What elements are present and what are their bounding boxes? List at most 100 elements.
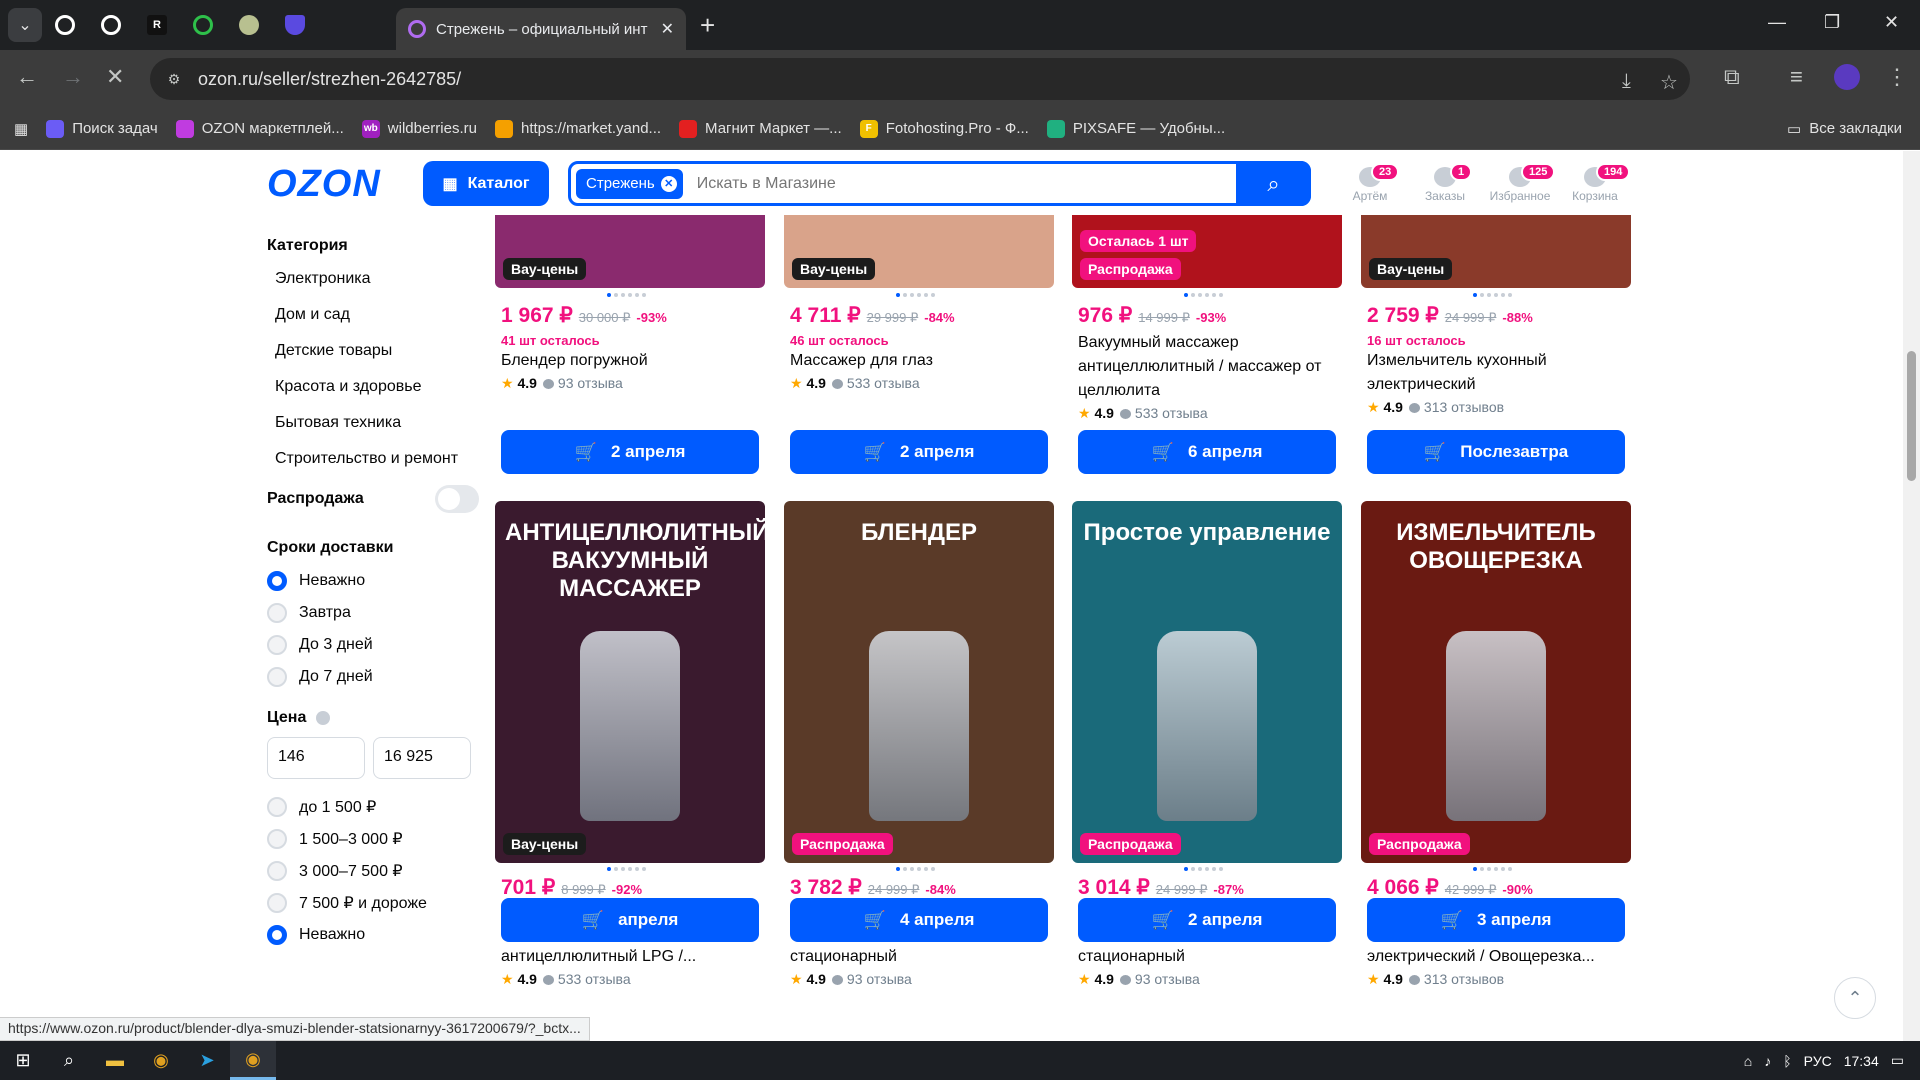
category-link[interactable]: Строительство и ремонт xyxy=(275,449,487,469)
radio-button[interactable] xyxy=(267,893,287,913)
catalog-button[interactable]: ▦ Каталог xyxy=(423,161,549,206)
store-filter-chip[interactable]: Стрежень ✕ xyxy=(576,168,683,199)
delivery-option[interactable]: Неважно xyxy=(267,571,487,591)
rating[interactable]: ★ 4.9 93 отзыва xyxy=(790,971,912,988)
rating[interactable]: ★ 4.9 533 отзыва xyxy=(501,971,631,988)
minimize-icon[interactable]: — xyxy=(1768,12,1786,33)
radio-button[interactable] xyxy=(267,861,287,881)
volume-icon[interactable]: ♪ xyxy=(1764,1053,1771,1069)
product-card[interactable]: ИЗМЕЛЬЧИТЕЛЬ ОВОЩЕРЕЗКА Распродажа 4 066 ₽… xyxy=(1361,151,1631,1041)
active-tab[interactable]: Стрежень – официальный инт ✕ xyxy=(396,8,686,50)
bluetooth-icon[interactable]: ᛒ xyxy=(1783,1053,1791,1069)
image-dots[interactable] xyxy=(1184,867,1234,871)
media-icon[interactable]: ≡ xyxy=(1790,64,1803,90)
search-icon[interactable]: ⌕ xyxy=(46,1041,92,1080)
header-profile[interactable]: Артём 23 xyxy=(1335,163,1405,203)
product-card[interactable]: Простое управление Распродажа 3 014 ₽ 24 99… xyxy=(1072,151,1342,1041)
notifications-icon[interactable]: ▭ xyxy=(1891,1052,1904,1069)
site-settings-icon[interactable]: ⚙ xyxy=(164,69,184,89)
clock[interactable]: 17:34 xyxy=(1844,1053,1879,1069)
search-button[interactable]: ⌕ xyxy=(1236,161,1311,206)
bookmark-item[interactable]: F Fotohosting.Pro - Ф... xyxy=(859,119,1029,138)
pinned-tab[interactable] xyxy=(272,8,318,42)
radio-button[interactable] xyxy=(267,635,287,655)
sale-toggle[interactable] xyxy=(435,485,479,513)
add-to-cart-button[interactable]: 🛒 апреля xyxy=(501,898,759,942)
bookmark-item[interactable]: Магнит Маркет —... xyxy=(679,119,842,138)
extensions-icon[interactable]: ⧉ xyxy=(1724,64,1740,90)
pinned-tab[interactable] xyxy=(42,8,88,42)
radio-button[interactable] xyxy=(267,829,287,849)
product-image[interactable]: БЛЕНДЕР Распродажа xyxy=(784,501,1054,863)
file-explorer-icon[interactable]: ▬ xyxy=(92,1041,138,1080)
category-link[interactable]: Дом и сад xyxy=(275,305,487,325)
tab-search-icon[interactable]: ⌄ xyxy=(8,8,42,42)
pinned-tab[interactable] xyxy=(180,8,226,42)
radio-button[interactable] xyxy=(267,797,287,817)
radio-button[interactable] xyxy=(267,925,287,945)
bookmark-item[interactable]: wb wildberries.ru xyxy=(361,119,477,138)
header-orders[interactable]: Заказы 1 xyxy=(1410,163,1480,203)
menu-icon[interactable]: ⋮ xyxy=(1886,64,1908,90)
product-card[interactable]: АНТИЦЕЛЛЮЛИТНЫЙ ВАКУУМНЫЙ МАССАЖЕР Вау-це… xyxy=(495,151,765,1041)
price-option[interactable]: 7 500 ₽ и дороже xyxy=(267,893,487,913)
windows-start-icon[interactable]: ⊞ xyxy=(0,1041,46,1080)
bookmark-item[interactable]: PIXSAFE — Удобны... xyxy=(1046,119,1225,138)
apps-icon[interactable]: ▦ xyxy=(14,120,28,138)
rating[interactable]: ★ 4.9 93 отзыва xyxy=(1078,971,1200,988)
close-icon[interactable]: ✕ xyxy=(661,19,674,39)
bookmark-star-icon[interactable]: ☆ xyxy=(1660,70,1678,95)
image-dots[interactable] xyxy=(896,867,946,871)
telegram-icon[interactable]: ➤ xyxy=(184,1041,230,1080)
all-bookmarks[interactable]: ▭ Все закладки xyxy=(1787,120,1902,138)
delivery-option[interactable]: Завтра xyxy=(267,603,487,623)
radio-button[interactable] xyxy=(267,571,287,591)
price-to-input[interactable]: 16 925 xyxy=(373,737,471,779)
rating[interactable]: ★ 4.9 313 отзывов xyxy=(1367,971,1504,988)
product-image[interactable]: Простое управление Распродажа xyxy=(1072,501,1342,863)
add-to-cart-button[interactable]: 🛒 2 апреля xyxy=(1078,898,1336,942)
stop-icon[interactable]: ✕ xyxy=(106,64,124,90)
install-app-icon[interactable]: ⤓ xyxy=(1622,70,1631,93)
scroll-to-top-button[interactable]: ⌃ xyxy=(1834,977,1876,1019)
product-card[interactable]: БЛЕНДЕРРаспродажа3 782 ₽24 999 ₽-84%7 шт… xyxy=(784,151,1054,1041)
delivery-option[interactable]: До 7 дней xyxy=(267,667,487,687)
back-icon[interactable]: ← xyxy=(16,64,38,90)
category-link[interactable]: Электроника xyxy=(275,269,487,289)
pinned-tab[interactable]: R xyxy=(134,8,180,42)
price-from-input[interactable]: 146 xyxy=(267,737,365,779)
add-to-cart-button[interactable]: 🛒 4 апреля xyxy=(790,898,1048,942)
ozon-logo[interactable]: OZON xyxy=(267,163,381,206)
bookmark-item[interactable]: https://market.yand... xyxy=(494,119,661,138)
image-dots[interactable] xyxy=(1473,867,1523,871)
bookmark-item[interactable]: OZON маркетплей... xyxy=(175,119,344,138)
new-tab-icon[interactable]: + xyxy=(700,10,715,41)
chrome-active-icon[interactable]: ◉ xyxy=(230,1041,276,1080)
image-dots[interactable] xyxy=(607,867,657,871)
scrollbar-thumb[interactable] xyxy=(1907,351,1916,481)
add-to-cart-button[interactable]: 🛒 3 апреля xyxy=(1367,898,1625,942)
radio-button[interactable] xyxy=(267,667,287,687)
category-link[interactable]: Красота и здоровье xyxy=(275,377,487,397)
window-close-icon[interactable]: ✕ xyxy=(1884,12,1899,33)
pinned-tab[interactable] xyxy=(226,8,272,42)
delivery-option[interactable]: До 3 дней xyxy=(267,635,487,655)
chip-close-icon[interactable]: ✕ xyxy=(660,175,677,192)
chrome-icon[interactable]: ◉ xyxy=(138,1041,184,1080)
pinned-tab[interactable] xyxy=(88,8,134,42)
header-cart[interactable]: Корзина 194 xyxy=(1560,163,1631,203)
product-image[interactable]: ИЗМЕЛЬЧИТЕЛЬ ОВОЩЕРЕЗКА Распродажа xyxy=(1361,501,1631,863)
bookmark-item[interactable]: Поиск задач xyxy=(46,119,158,138)
header-favorites[interactable]: Избранное 125 xyxy=(1485,163,1556,203)
search-input[interactable] xyxy=(696,174,1197,193)
page-scrollbar[interactable] xyxy=(1903,151,1920,1041)
price-option[interactable]: до 1 500 ₽ xyxy=(267,797,487,817)
price-option[interactable]: Неважно xyxy=(267,925,487,945)
restore-icon[interactable]: ❐ xyxy=(1824,12,1840,33)
forward-icon[interactable]: → xyxy=(62,64,84,90)
profile-avatar[interactable] xyxy=(1834,64,1860,90)
lang-indicator[interactable]: РУС xyxy=(1804,1053,1832,1069)
address-bar[interactable]: ⚙ ozon.ru/seller/strezhen-2642785/ ⤓ ☆ xyxy=(150,58,1690,100)
radio-button[interactable] xyxy=(267,603,287,623)
price-option[interactable]: 1 500–3 000 ₽ xyxy=(267,829,487,849)
